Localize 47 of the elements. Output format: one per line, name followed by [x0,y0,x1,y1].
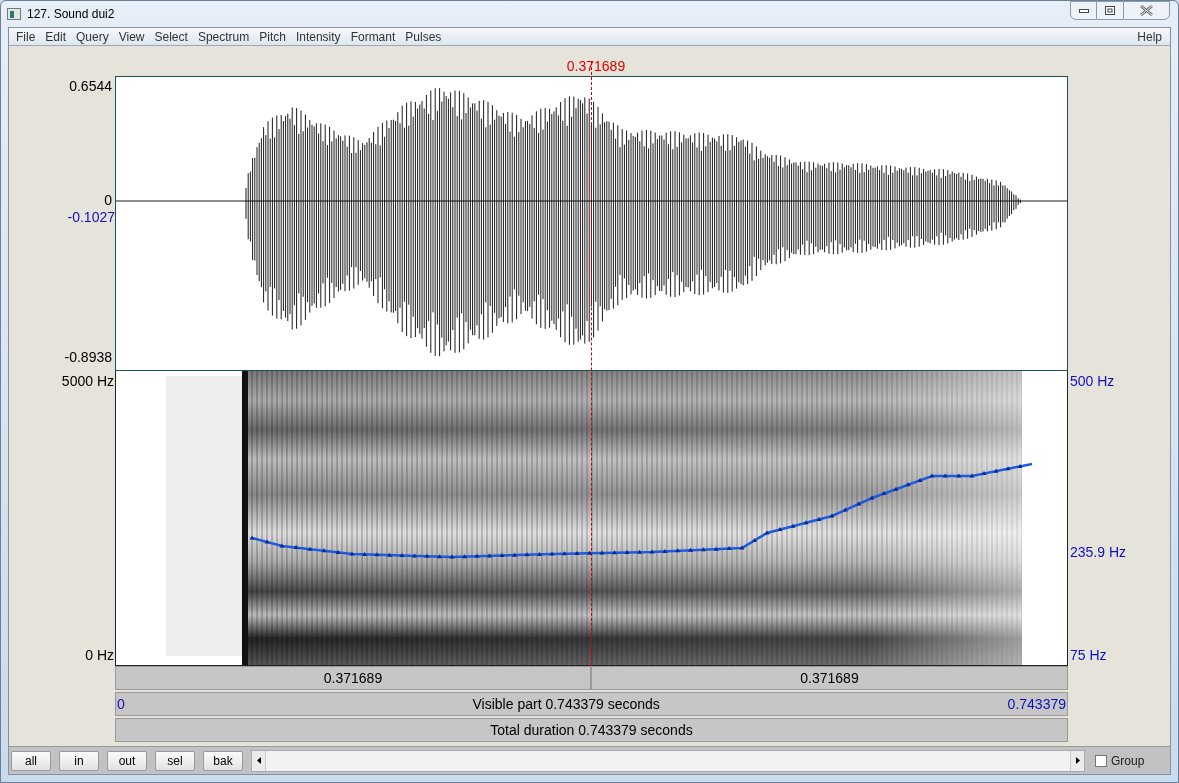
zoom-button[interactable]: bak [203,750,243,771]
zoom-button[interactable]: in [59,750,99,771]
cursor-amplitude-label: -0.1027 [67,208,115,227]
menu-item[interactable]: Help [1133,27,1166,46]
pitch-max-label: 500 Hz [1070,372,1115,391]
right-arrow-icon [1075,757,1080,764]
menu-item[interactable]: Pitch [254,27,291,46]
total-duration-bar[interactable]: Total duration 0.743379 seconds [115,718,1068,742]
scroll-right-button[interactable] [1070,750,1084,771]
horizontal-scrollbar[interactable] [251,749,1085,772]
menu-item[interactable]: Edit [40,27,72,46]
time-segment-right[interactable]: 0.371689 [591,666,1068,690]
menu-item[interactable]: Intensity [290,27,346,46]
restore-icon [1105,6,1115,15]
menu-item[interactable]: File [11,27,41,46]
frequency-min-label: 0 Hz [85,646,114,665]
app-icon [7,8,21,20]
left-arrow-icon [256,757,261,764]
minimize-icon [1078,8,1089,13]
time-segment-left[interactable]: 0.371689 [115,666,591,690]
visible-end-label: 0.743379 [1007,694,1066,714]
window-title: 127. Sound dui2 [27,6,115,23]
zoom-button[interactable]: sel [155,750,195,771]
frequency-max-label: 5000 Hz [61,372,114,391]
menu-item[interactable]: Query [71,27,114,46]
pitch-min-label: 75 Hz [1070,646,1107,665]
zoom-button[interactable]: all [11,750,51,771]
zoom-button[interactable]: out [107,750,147,771]
menu-item[interactable]: Pulses [400,27,447,46]
visible-part-label: Visible part 0.743379 seconds [472,694,660,714]
visible-start-label: 0 [117,694,125,714]
amplitude-max-label: 0.6544 [69,77,112,96]
amplitude-min-label: -0.8938 [64,348,112,367]
maximize-button[interactable] [1097,1,1123,20]
close-button[interactable] [1123,1,1170,20]
group-checkbox[interactable] [1095,754,1107,767]
pitch-mid-label: 235.9 Hz [1070,543,1127,562]
cursor-time-label: 0.371689 [565,57,627,76]
minimize-button[interactable] [1070,1,1097,20]
group-label: Group [1111,752,1145,770]
scroll-left-button[interactable] [252,750,266,771]
menu-item[interactable]: Spectrum [192,27,255,46]
menu-item[interactable]: Select [149,27,193,46]
amplitude-zero-label: 0 [104,191,112,210]
close-icon [1140,5,1153,16]
menu-item[interactable]: View [113,27,150,46]
menu-item[interactable]: Formant [345,27,401,46]
